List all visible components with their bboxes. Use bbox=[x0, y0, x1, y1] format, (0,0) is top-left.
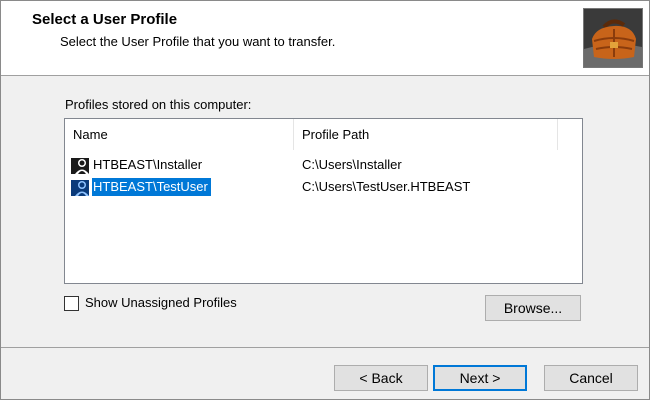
checkbox-box[interactable] bbox=[64, 296, 79, 311]
list-item-selected[interactable]: HTBEAST\TestUser C:\Users\TestUser.HTBEA… bbox=[70, 177, 575, 199]
column-header-name[interactable]: Name bbox=[65, 119, 294, 150]
next-button[interactable]: Next > bbox=[433, 365, 527, 391]
column-header-profile-path[interactable]: Profile Path bbox=[294, 119, 558, 150]
suitcase-icon bbox=[583, 8, 643, 68]
profile-name: HTBEAST\Installer bbox=[93, 157, 203, 172]
profile-path: C:\Users\Installer bbox=[302, 157, 402, 172]
back-button[interactable]: < Back bbox=[334, 365, 428, 391]
profiles-group-label: Profiles stored on this computer: bbox=[65, 97, 252, 112]
user-profile-icon bbox=[70, 178, 90, 198]
wizard-window: Select a User Profile Select the User Pr… bbox=[0, 0, 650, 400]
cancel-button[interactable]: Cancel bbox=[544, 365, 638, 391]
profile-path: C:\Users\TestUser.HTBEAST bbox=[302, 179, 471, 194]
profile-name: HTBEAST\TestUser bbox=[92, 178, 211, 196]
list-header: Name Profile Path bbox=[65, 119, 582, 150]
user-profile-icon bbox=[70, 156, 90, 176]
browse-button[interactable]: Browse... bbox=[485, 295, 581, 321]
profiles-list[interactable]: Name Profile Path HTBEAST\Installer C:\U… bbox=[64, 118, 583, 284]
page-subtitle: Select the User Profile that you want to… bbox=[60, 34, 336, 49]
page-title: Select a User Profile bbox=[32, 11, 178, 28]
wizard-header: Select a User Profile Select the User Pr… bbox=[1, 1, 649, 76]
checkbox-label[interactable]: Show Unassigned Profiles bbox=[85, 295, 237, 311]
footer-divider bbox=[1, 347, 649, 348]
list-item[interactable]: HTBEAST\Installer C:\Users\Installer bbox=[70, 155, 575, 177]
